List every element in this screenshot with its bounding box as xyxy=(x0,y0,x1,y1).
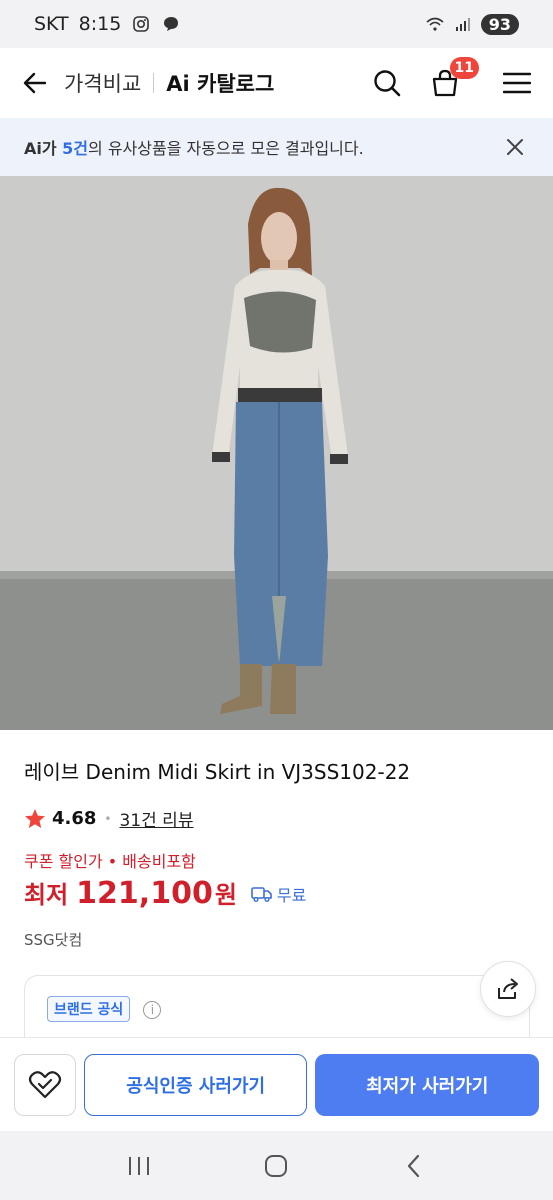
header-divider xyxy=(153,73,155,93)
chevron-left-icon xyxy=(408,1154,420,1177)
shipping-info: 무료 xyxy=(251,882,306,906)
back-button[interactable] xyxy=(18,66,52,100)
price-label: 최저 xyxy=(24,881,69,909)
instagram-icon xyxy=(131,14,151,34)
carrier-label: SKT xyxy=(34,13,69,35)
brand-official-badge: 브랜드 공식 xyxy=(47,996,131,1022)
clock: 8:15 xyxy=(78,13,122,35)
header-subtitle: Ai 카탈로그 xyxy=(166,72,275,96)
chat-icon xyxy=(161,14,181,34)
battery-indicator: 93 xyxy=(480,13,519,35)
info-icon[interactable]: i xyxy=(143,1000,162,1019)
model-photo xyxy=(0,176,553,730)
home-button[interactable] xyxy=(256,1146,296,1186)
app-header: 가격비교 Ai 카탈로그 11 xyxy=(0,48,553,118)
price-value: 121,100 xyxy=(76,876,213,911)
truck-icon xyxy=(251,887,272,902)
wishlist-button[interactable] xyxy=(14,1053,76,1116)
wifi-icon xyxy=(425,14,445,34)
hamburger-menu-icon xyxy=(503,72,531,94)
recent-apps-icon xyxy=(128,1156,149,1175)
notice-count: 5건 xyxy=(62,139,89,158)
notice-close-button[interactable] xyxy=(501,133,529,161)
heart-icon xyxy=(28,1070,62,1098)
separator-dot: • xyxy=(104,811,112,826)
cart-count-badge: 11 xyxy=(449,57,479,79)
ai-notice-banner: Ai가 5건의 유사상품을 자동으로 모은 결과입니다. xyxy=(0,118,553,176)
rating-value: 4.68 xyxy=(52,808,97,829)
coupon-info: 쿠폰 할인가 • 배송비포함 xyxy=(24,852,196,871)
review-link[interactable]: 31건 리뷰 xyxy=(120,806,194,831)
price-row: 최저 121,100 원 무료 xyxy=(24,875,306,911)
cart-button[interactable]: 11 xyxy=(427,57,479,101)
notice-suffix: 의 유사상품을 자동으로 모은 결과입니다. xyxy=(88,139,364,158)
system-navigation-bar xyxy=(0,1131,553,1200)
shipping-label: 무료 xyxy=(276,886,307,905)
close-icon xyxy=(507,139,523,155)
signal-icon xyxy=(453,14,473,34)
search-button[interactable] xyxy=(369,65,405,101)
notice-prefix: Ai가 xyxy=(24,139,63,158)
system-back-button[interactable] xyxy=(394,1146,434,1186)
rating-row: 4.68 • 31건 리뷰 xyxy=(24,806,193,831)
official-purchase-button[interactable]: 공식인증 사러가기 xyxy=(83,1053,308,1116)
bottom-action-bar: 공식인증 사러가기 최저가 사러가기 xyxy=(0,1037,553,1131)
product-image[interactable] xyxy=(0,176,553,730)
header-title[interactable]: 가격비교 xyxy=(64,68,141,98)
search-icon xyxy=(374,70,401,97)
share-button[interactable] xyxy=(480,961,536,1017)
recent-apps-button[interactable] xyxy=(119,1146,159,1186)
arrow-left-icon xyxy=(23,72,47,94)
star-icon xyxy=(25,808,45,828)
menu-button[interactable] xyxy=(499,65,535,101)
share-icon xyxy=(498,978,518,999)
home-icon xyxy=(265,1154,288,1177)
status-bar: SKT 8:15 93 xyxy=(0,0,553,48)
product-title: 레이브 Denim Midi Skirt in VJ3SS102-22 xyxy=(24,760,411,784)
price-unit: 원 xyxy=(214,881,237,909)
seller-name: SSG닷컴 xyxy=(24,931,83,949)
lowest-price-purchase-button[interactable]: 최저가 사러가기 xyxy=(315,1053,539,1116)
notice-text: Ai가 5건의 유사상품을 자동으로 모은 결과입니다. xyxy=(24,135,364,159)
